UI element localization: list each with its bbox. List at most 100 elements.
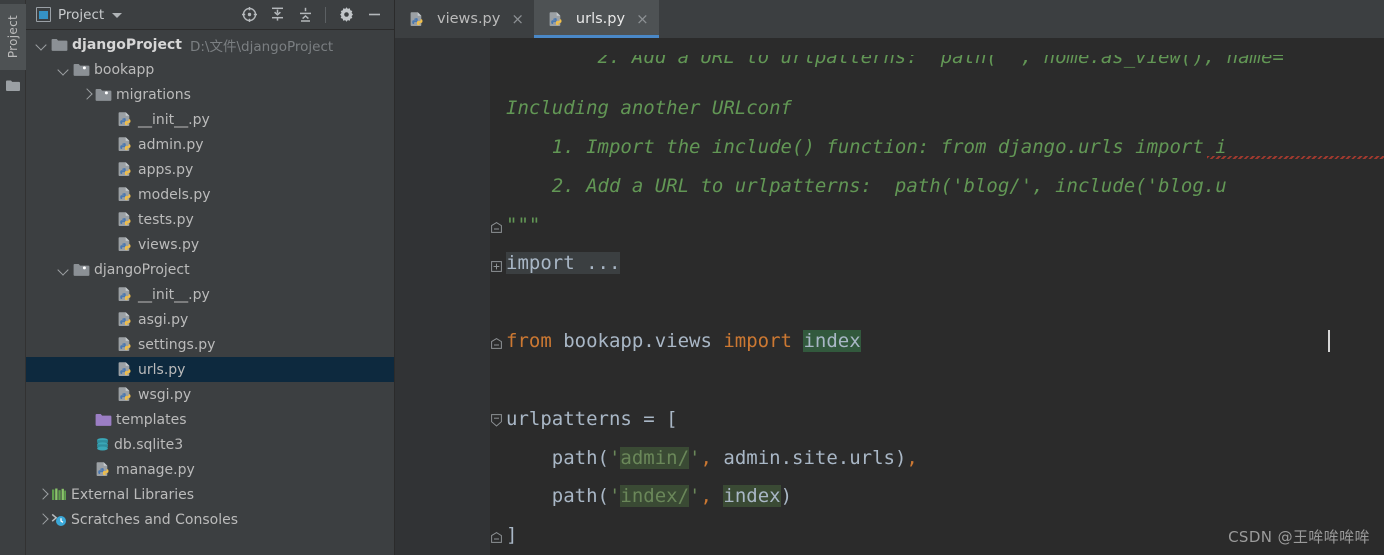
settings-gear-icon[interactable]	[333, 3, 359, 27]
tree-row[interactable]: djangoProject	[26, 257, 395, 282]
select-opened-file-icon[interactable]	[236, 3, 262, 27]
code-token: import ...	[506, 252, 621, 274]
tree-item-label: manage.py	[116, 461, 195, 478]
tree-row[interactable]: __init__.py	[26, 282, 395, 307]
tree-item-label: settings.py	[138, 336, 216, 353]
tree-row[interactable]: tests.py	[26, 207, 395, 232]
code-token: 2. Add a URL to urlpatterns: path('blog/…	[506, 175, 1227, 197]
spelling-error-squiggle	[1207, 156, 1384, 159]
tree-item-label: apps.py	[138, 161, 194, 178]
fold-marker-urlpatterns-open[interactable]	[491, 412, 502, 427]
code-token: ]	[506, 524, 518, 546]
code-token: ,	[700, 447, 712, 469]
python-file-icon	[409, 11, 426, 28]
fold-marker-imports-collapsed[interactable]	[491, 257, 502, 272]
tree-item-label: bookapp	[94, 61, 155, 78]
tree-item-label: models.py	[138, 186, 211, 203]
tree-item-label: djangoProject	[72, 36, 182, 53]
editor-tab-label: views.py	[437, 11, 501, 27]
tree-row[interactable]: models.py	[26, 182, 395, 207]
tree-row[interactable]: views.py	[26, 232, 395, 257]
tree-expand-closed-icon[interactable]	[36, 488, 49, 501]
tree-row[interactable]: admin.py	[26, 132, 395, 157]
tree-row[interactable]: templates	[26, 407, 395, 432]
project-tool-window-label: Project	[6, 15, 20, 59]
panel-title: Project	[58, 6, 105, 23]
python-file-icon	[117, 186, 134, 203]
tree-row[interactable]: __init__.py	[26, 107, 395, 132]
tree-row[interactable]: External Libraries	[26, 482, 395, 507]
close-icon[interactable]: ×	[511, 11, 524, 27]
code-token: index	[723, 485, 781, 507]
tree-expand-closed-icon[interactable]	[80, 88, 93, 101]
python-file-icon	[117, 111, 134, 128]
code-token: bookapp.views	[563, 330, 724, 352]
code-token: index/	[620, 485, 690, 507]
code-text[interactable]: 2. Add a URL to urlpatterns: path('', ho…	[490, 38, 1384, 555]
project-tool-window-button[interactable]: Project	[0, 4, 26, 70]
tree-row[interactable]: apps.py	[26, 157, 395, 182]
code-line[interactable]: 2. Add a URL to urlpatterns: path('', ho…	[506, 55, 1284, 68]
code-line[interactable]: 2. Add a URL to urlpatterns: path('blog/…	[506, 175, 1227, 197]
code-line[interactable]: import ...	[506, 252, 621, 274]
tree-row[interactable]: settings.py	[26, 332, 395, 357]
code-token: path(	[506, 485, 609, 507]
project-file-tree[interactable]: djangoProject D:\文件\djangoProject bookapp m…	[26, 30, 395, 555]
tree-row[interactable]: bookapp	[26, 57, 395, 82]
hide-panel-icon[interactable]	[361, 3, 387, 27]
fold-marker-urlpatterns-end[interactable]	[491, 528, 502, 543]
tree-expand-open-icon[interactable]	[58, 263, 71, 276]
tree-row[interactable]: wsgi.py	[26, 382, 395, 407]
scratches-icon	[51, 512, 67, 527]
collapse-all-icon[interactable]	[292, 3, 318, 27]
code-token: '	[689, 485, 701, 507]
project-tool-window: Project djangoProject D:\文件\djangoProjec…	[26, 0, 395, 555]
tree-row[interactable]: urls.py	[26, 357, 395, 382]
tree-expand-open-icon[interactable]	[36, 38, 49, 51]
editor-tab-views-py[interactable]: views.py ×	[395, 0, 534, 38]
libraries-icon	[51, 487, 67, 502]
code-editor[interactable]: 1112131415161819202122232425 2. Add a UR…	[395, 38, 1384, 555]
code-line[interactable]: urlpatterns = [	[506, 408, 678, 430]
code-line[interactable]: path('index/', index)	[506, 485, 792, 507]
tree-item-label: urls.py	[138, 361, 186, 378]
python-file-icon	[117, 211, 134, 228]
tree-expand-open-icon[interactable]	[58, 63, 71, 76]
tree-row[interactable]: db.sqlite3	[26, 432, 395, 457]
tree-row[interactable]: Scratches and Consoles	[26, 507, 395, 532]
code-token: import	[723, 330, 804, 352]
expand-all-icon[interactable]	[264, 3, 290, 27]
left-tool-window-strip: Project	[0, 0, 26, 555]
python-file-icon	[117, 311, 134, 328]
tree-row[interactable]: migrations	[26, 82, 395, 107]
project-panel-toolbar	[236, 3, 389, 27]
code-line[interactable]: 1. Import the include() function: from d…	[506, 136, 1227, 158]
python-file-icon	[117, 236, 134, 253]
tree-row[interactable]: asgi.py	[26, 307, 395, 332]
folder-icon[interactable]	[6, 76, 20, 91]
panel-splitter[interactable]	[394, 0, 395, 555]
tree-expand-closed-icon[interactable]	[36, 513, 49, 526]
chevron-down-icon[interactable]	[112, 13, 123, 18]
python-file-icon	[117, 161, 134, 178]
code-line[interactable]: Including another URLconf	[506, 97, 792, 119]
tree-row[interactable]: djangoProject D:\文件\djangoProject	[26, 32, 395, 57]
close-icon[interactable]: ×	[636, 11, 649, 27]
tree-item-label: djangoProject	[94, 261, 190, 278]
code-token: admin.site.urls)	[711, 447, 907, 469]
toolbar-separator	[325, 6, 326, 23]
fold-marker-docstring-end[interactable]	[491, 218, 502, 233]
code-line[interactable]: path('admin/', admin.site.urls),	[506, 447, 918, 469]
fold-marker-import-line[interactable]	[491, 334, 502, 349]
code-line[interactable]: from bookapp.views import index	[506, 330, 861, 352]
tree-row[interactable]: manage.py	[26, 457, 395, 482]
tree-item-path-hint: D:\文件\djangoProject	[189, 38, 334, 55]
code-line[interactable]: ]	[506, 524, 517, 546]
python-file-icon	[117, 286, 134, 303]
code-line[interactable]: """	[506, 214, 540, 236]
editor-tab-urls-py[interactable]: urls.py ×	[533, 0, 659, 38]
